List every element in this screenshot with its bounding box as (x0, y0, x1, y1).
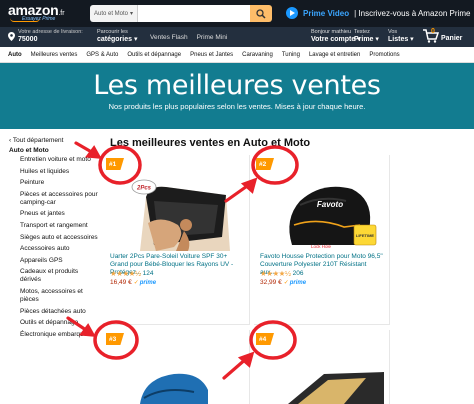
chevron-down-icon: ▾ (129, 11, 133, 17)
top-navbar: amazon.fr Essayez Prime Auto et Moto ▾ P… (0, 0, 474, 27)
product-image-sunshade[interactable]: 2Pcs (126, 175, 236, 251)
product-image-windshield-cover[interactable] (284, 368, 384, 404)
sidebar-item[interactable]: Pièces et accessoires pour camping-car (9, 191, 99, 207)
category-auto[interactable]: Auto (8, 52, 22, 58)
cart-button[interactable]: 0 Panier (423, 28, 462, 43)
star-rating-icon: ★★★★½ (110, 269, 141, 278)
browse-categories[interactable]: Parcourir les catégories ▾ (97, 29, 137, 44)
search-bar: Auto et Moto ▾ (90, 5, 272, 22)
category-caravaning[interactable]: Caravaning (242, 52, 273, 58)
amazon-logo[interactable]: amazon.fr Essayez Prime (8, 2, 65, 22)
rank-badge: #2 (256, 158, 274, 170)
search-icon (256, 8, 266, 19)
sidebar-item[interactable]: Huiles et liquides (9, 168, 99, 176)
product-rating[interactable]: ★★★★½ 124 (110, 269, 154, 278)
nav-link-prime-mini[interactable]: Prime Mini (197, 34, 228, 41)
sidebar-item[interactable]: Pièces détachées auto (9, 308, 99, 316)
product-card[interactable]: #2 Favoto LIFETIME Lock Hole Favoto Hous… (254, 155, 390, 325)
sidebar-item[interactable]: Transport et rangement (9, 222, 99, 230)
search-input[interactable] (138, 5, 250, 22)
image-text: LIFETIME (356, 233, 375, 238)
delivery-address[interactable]: Votre adresse de livraison: 75000 (8, 29, 83, 44)
rank-badge: #3 (106, 333, 124, 345)
star-rating-icon: ★★★★½ (260, 269, 291, 278)
review-count: 124 (142, 270, 154, 277)
product-image-moto-cover[interactable]: Favoto LIFETIME Lock Hole (270, 175, 382, 251)
product-image-brush[interactable] (134, 368, 214, 404)
cart-count: 0 (431, 28, 435, 35)
sidebar-item[interactable]: Appareils GPS (9, 257, 99, 265)
category-gps-auto[interactable]: GPS & Auto (86, 52, 118, 58)
location-pin-icon (8, 32, 15, 41)
sidebar-item[interactable]: Cadeaux et produits dérivés (9, 268, 99, 284)
sidebar-back-link[interactable]: ‹ Tout département (9, 137, 99, 144)
rank-badge: #4 (256, 333, 274, 345)
sidebar-item[interactable]: Peinture (9, 179, 99, 187)
nav-links: Ventes Flash Prime Mini (150, 34, 227, 41)
image-text: 2Pcs (136, 186, 152, 192)
logo-tagline: Essayez Prime (22, 16, 56, 22)
hero-banner: Les meilleures ventes Nos produits les p… (0, 63, 474, 129)
sidebar-item[interactable]: Sièges auto et accessoires (9, 234, 99, 242)
prime-badge: prime (134, 279, 156, 286)
hero-subtitle: Nos produits les plus populaires selon l… (108, 102, 366, 111)
category-meilleures-ventes[interactable]: Meilleures ventes (31, 52, 78, 58)
category-pneus-jantes[interactable]: Pneus et Jantes (190, 52, 233, 58)
product-card[interactable]: #3 (104, 330, 250, 404)
search-button[interactable] (250, 5, 272, 22)
sidebar-item[interactable]: Motos, accessoires et pièces (9, 288, 99, 304)
bestsellers-heading: Les meilleures ventes en Auto et Moto (110, 137, 311, 149)
prime-video-promo[interactable]: Prime Video | Inscrivez-vous à Amazon Pr… (286, 7, 470, 19)
sidebar-item[interactable]: Pneus et jantes (9, 210, 99, 218)
prime-badge: prime (284, 279, 306, 286)
category-bar: Auto Meilleures ventes GPS & Auto Outils… (0, 47, 474, 63)
department-sidebar: ‹ Tout département Auto et Moto Entretie… (9, 137, 99, 342)
category-promotions[interactable]: Promotions (369, 52, 399, 58)
product-card[interactable]: #1 2Pcs Uarter 2Pcs Pare-Soleil Voiture … (104, 155, 250, 325)
lists-menu[interactable]: Vos Listes ▾ (388, 29, 414, 44)
search-category-dropdown[interactable]: Auto et Moto ▾ (90, 5, 138, 22)
product-card[interactable]: #4 (254, 330, 390, 404)
play-icon (286, 7, 298, 19)
image-text: Lock Hole (311, 244, 332, 249)
secondary-navbar: Votre adresse de livraison: 75000 Parcou… (0, 27, 474, 47)
sidebar-item[interactable]: Entretien voiture et moto (9, 156, 99, 164)
product-rating[interactable]: ★★★★½ 206 (260, 269, 304, 278)
sidebar-current-department: Auto et Moto (9, 147, 49, 154)
product-price: 16,49 € prime (110, 279, 156, 286)
sidebar-item[interactable]: Outils et dépannage (9, 319, 99, 327)
category-tuning[interactable]: Tuning (282, 52, 300, 58)
sidebar-item[interactable]: Accessoires auto (9, 245, 99, 253)
image-text: Favoto (317, 200, 343, 209)
category-outils-depannage[interactable]: Outils et dépannage (127, 52, 181, 58)
nav-link-ventes-flash[interactable]: Ventes Flash (150, 34, 188, 41)
rank-badge: #1 (106, 158, 124, 170)
category-lavage-entretien[interactable]: Lavage et entretien (309, 52, 360, 58)
product-price: 32,99 € prime (260, 279, 306, 286)
sidebar-item[interactable]: Électronique embarquée (9, 331, 99, 339)
prime-menu[interactable]: Testez Prime ▾ (354, 29, 379, 44)
review-count: 206 (292, 270, 304, 277)
hero-title: Les meilleures ventes (93, 70, 381, 101)
